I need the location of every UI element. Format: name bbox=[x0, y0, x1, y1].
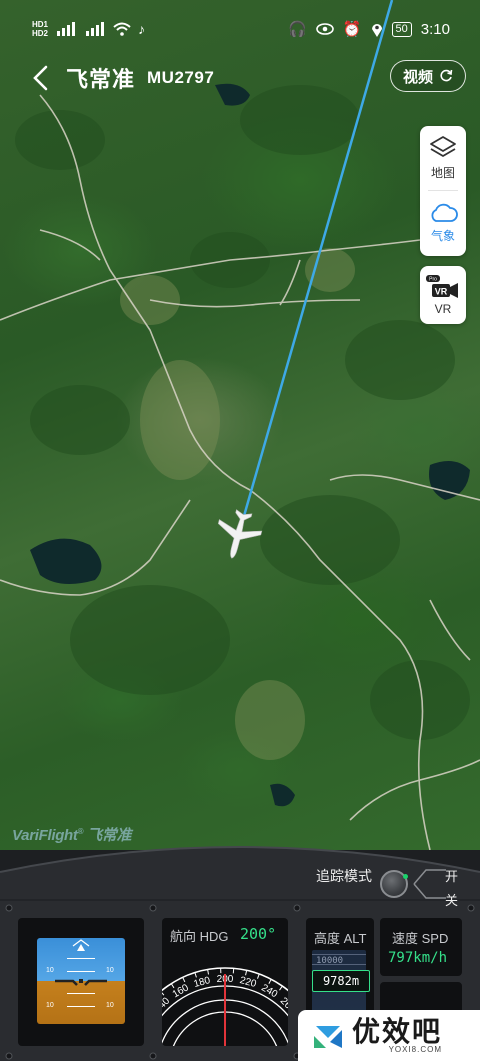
tracking-mode-knob[interactable] bbox=[380, 870, 408, 898]
adi-aircraft-symbol bbox=[55, 939, 107, 986]
cloud-icon bbox=[431, 203, 458, 222]
airplane-icon bbox=[217, 509, 263, 559]
site-name: 优效吧 bbox=[352, 1016, 443, 1047]
heading-tick-mark bbox=[279, 985, 283, 991]
weather-label: 气象 bbox=[430, 229, 455, 243]
app-title: 飞常准 bbox=[66, 67, 136, 92]
altitude-value: 9782m bbox=[312, 970, 370, 992]
wifi-icon bbox=[113, 22, 131, 36]
map-terrain bbox=[0, 0, 480, 850]
map-layer-button[interactable]: 地图 bbox=[420, 126, 466, 190]
top-navigation: 飞常准 MU2797 视频 bbox=[0, 58, 480, 98]
heading-tick-mark bbox=[268, 979, 272, 984]
vr-pro-badge: Pro bbox=[429, 276, 437, 282]
signal-icon-2 bbox=[86, 22, 105, 36]
clock: 3:10 bbox=[420, 20, 450, 38]
tracking-off-option[interactable]: 关 bbox=[445, 890, 458, 909]
heading-tick-mark bbox=[257, 973, 260, 979]
refresh-icon bbox=[440, 69, 453, 82]
map-tools-panel: 地图 气象 bbox=[420, 126, 466, 256]
video-label: 视频 bbox=[402, 68, 433, 86]
alarm-icon: ⏰ bbox=[342, 21, 362, 38]
tracking-on-option[interactable]: 开 bbox=[445, 866, 458, 885]
weather-button[interactable]: 气象 bbox=[420, 191, 466, 255]
layers-icon bbox=[430, 136, 456, 157]
back-arrow-icon bbox=[33, 65, 48, 91]
heading-tick-mark bbox=[194, 972, 197, 978]
eye-icon bbox=[316, 23, 334, 35]
altitude-title: 高度 ALT bbox=[314, 931, 367, 946]
headphones-icon: 🎧 bbox=[288, 21, 307, 38]
site-text: 优效吧 YOXI8.COM bbox=[352, 1016, 443, 1055]
heading-tick-mark bbox=[170, 983, 175, 989]
speed-value: 797km/h bbox=[388, 950, 448, 966]
tracking-switch-lines bbox=[413, 869, 446, 899]
vr-camera-icon: Pro VR bbox=[426, 274, 458, 298]
status-bar: HD1 HD2 ♪ 🎧 ⏰ 50 3:10 bbox=[0, 0, 480, 58]
hd-indicator: HD1 HD2 bbox=[32, 20, 48, 38]
signal-icon-1 bbox=[57, 22, 76, 36]
hd2-label: HD2 bbox=[32, 29, 49, 38]
site-watermark-badge: 优效吧 YOXI8.COM bbox=[298, 1010, 480, 1061]
attitude-display: 10 10 10 10 bbox=[37, 938, 125, 1024]
heading-compass: 140160180200220240260 bbox=[162, 967, 288, 1046]
speed-title: 速度 SPD bbox=[392, 931, 449, 946]
vr-button[interactable]: Pro VR VR bbox=[420, 266, 466, 324]
video-button[interactable]: 视频 bbox=[389, 60, 466, 92]
battery-indicator: 50 bbox=[391, 21, 412, 37]
music-icon: ♪ bbox=[138, 21, 146, 37]
back-button[interactable] bbox=[18, 58, 62, 98]
speed-indicator: 速度 SPD 797km/h bbox=[380, 918, 462, 976]
site-logo-icon bbox=[314, 1025, 342, 1048]
heading-tick-label: 140 bbox=[162, 995, 173, 1015]
heading-tick-mark bbox=[245, 970, 248, 976]
vr-panel: Pro VR VR bbox=[420, 266, 466, 324]
heading-tick-mark bbox=[162, 992, 165, 996]
heading-indicator: 航向 HDG 200° 140160180200220240260 bbox=[162, 918, 288, 1046]
flight-map[interactable] bbox=[0, 0, 480, 850]
vr-label: VR bbox=[434, 301, 452, 316]
tracking-mode-label: 追踪模式 bbox=[316, 868, 372, 884]
map-layer-label: 地图 bbox=[430, 166, 455, 180]
heading-tick-label: 240 bbox=[259, 982, 279, 1000]
heading-tick-label: 260 bbox=[278, 996, 288, 1016]
altitude-tick: 10000 bbox=[316, 956, 344, 966]
attitude-indicator: 10 10 10 10 bbox=[18, 918, 144, 1046]
heading-tick-mark bbox=[207, 969, 209, 975]
hd1-label: HD1 bbox=[32, 20, 49, 29]
heading-tick-label: 160 bbox=[171, 982, 191, 1000]
svg-text:VR: VR bbox=[435, 286, 448, 296]
location-icon bbox=[371, 23, 382, 37]
heading-tick-mark bbox=[182, 977, 186, 983]
tracking-mode-control: 追踪模式 开 关 bbox=[0, 848, 480, 908]
flight-number: MU2797 bbox=[147, 68, 215, 87]
